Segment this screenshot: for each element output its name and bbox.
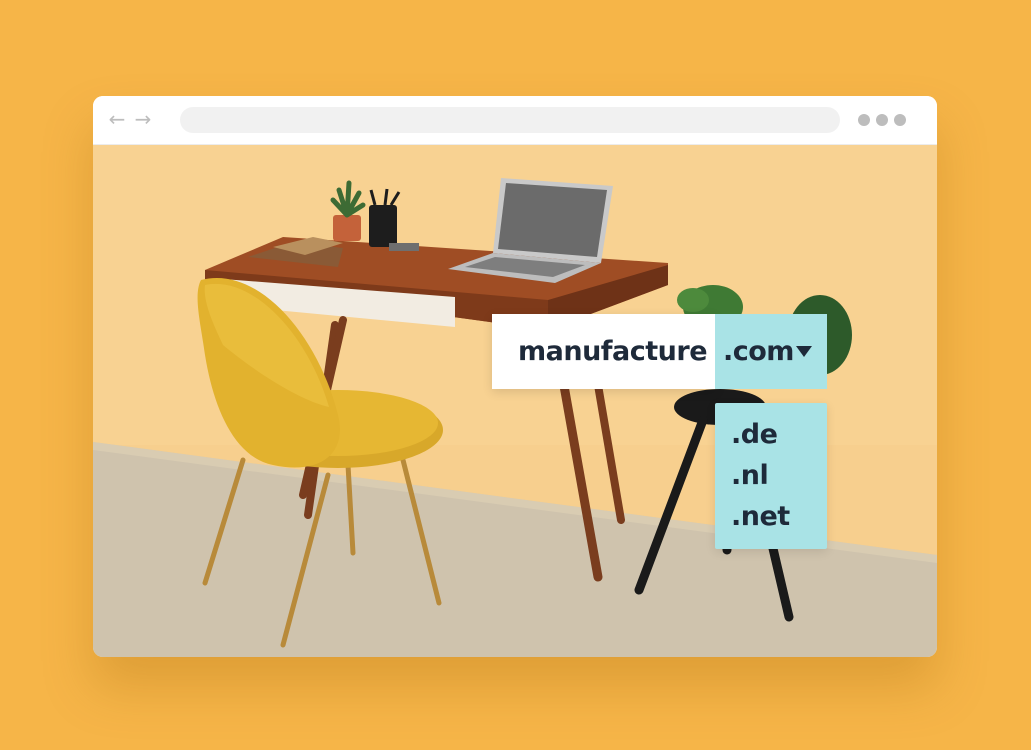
forward-arrow-icon[interactable]: → bbox=[133, 108, 153, 130]
more-dots-icon[interactable] bbox=[858, 113, 912, 127]
desk-scene-illustration bbox=[93, 145, 937, 657]
back-arrow-icon[interactable]: ← bbox=[107, 108, 127, 130]
tld-option-net[interactable]: .net bbox=[731, 501, 790, 532]
domain-name-text: manufacture bbox=[518, 336, 708, 367]
caret-down-icon bbox=[796, 346, 812, 357]
address-bar[interactable] bbox=[180, 107, 840, 133]
selected-tld: .com bbox=[723, 336, 794, 367]
tld-option-de[interactable]: .de bbox=[731, 419, 778, 450]
tld-dropdown[interactable]: .com bbox=[715, 314, 827, 389]
tld-option-nl[interactable]: .nl bbox=[731, 460, 769, 491]
hero-photo-workspace bbox=[93, 145, 937, 657]
domain-name-field[interactable]: manufacture bbox=[492, 314, 716, 389]
browser-toolbar: ← → bbox=[93, 96, 937, 145]
tld-options-menu: .de .nl .net bbox=[715, 403, 827, 549]
